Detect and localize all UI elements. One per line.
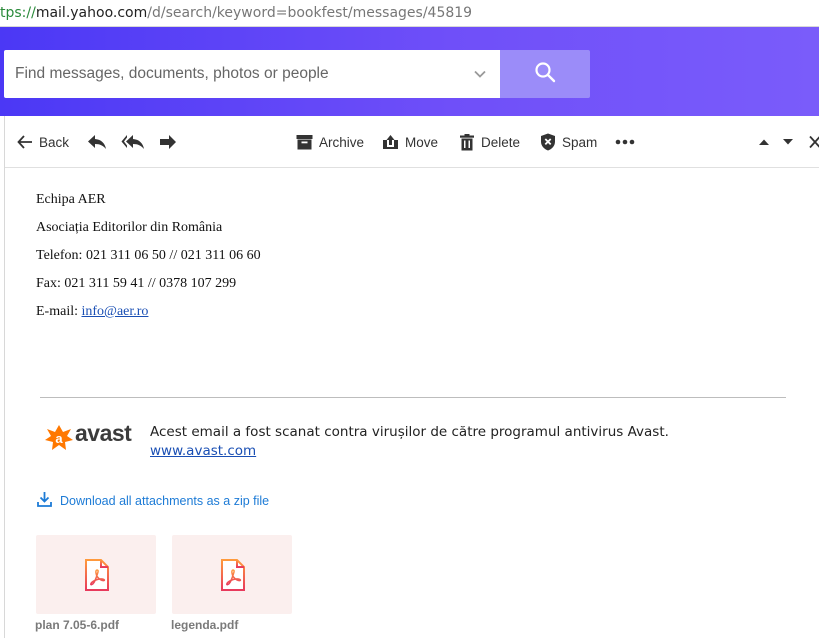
- signature-divider: [40, 397, 786, 398]
- email-link[interactable]: info@aer.ro: [82, 304, 149, 319]
- archive-button[interactable]: Archive: [296, 116, 364, 168]
- frame-border: [4, 116, 5, 638]
- more-button[interactable]: [615, 116, 635, 168]
- previous-message-button[interactable]: [758, 116, 770, 168]
- phone-line: Telefon: 021 311 06 50 // 021 311 06 60: [36, 248, 261, 263]
- download-icon: [37, 491, 52, 512]
- avast-link[interactable]: www.avast.com: [150, 443, 256, 459]
- back-button[interactable]: Back: [17, 116, 69, 168]
- avast-logo-icon: a: [44, 423, 74, 458]
- avast-scan-notice: Acest email a fost scanat contra virușil…: [150, 424, 669, 440]
- svg-text:a: a: [55, 431, 63, 446]
- attachment-thumbnail[interactable]: [36, 535, 156, 614]
- address-bar[interactable]: tps://mail.yahoo.com/d/search/keyword=bo…: [0, 0, 819, 27]
- signature-name: Echipa AER: [36, 192, 106, 207]
- chevron-down-icon[interactable]: [472, 66, 488, 82]
- spam-button[interactable]: Spam: [540, 116, 597, 168]
- organization-name: Asociația Editorilor din România: [36, 220, 223, 235]
- close-button[interactable]: [809, 116, 819, 168]
- avast-logo[interactable]: a avast: [44, 420, 136, 453]
- trash-icon: [459, 133, 475, 151]
- message-toolbar: Back Archive Move Delete Spam: [5, 116, 819, 168]
- caret-up-icon: [758, 138, 770, 146]
- reply-all-button[interactable]: [121, 116, 145, 168]
- email-prefix: E-mail:: [36, 304, 82, 319]
- url-path: /d/search/keyword=bookfest/messages/4581…: [147, 5, 473, 21]
- search-button[interactable]: [500, 50, 590, 98]
- url-host: mail.yahoo.com: [35, 5, 148, 21]
- email-line: E-mail: info@aer.ro: [36, 298, 261, 326]
- avast-wordmark: avast: [75, 420, 132, 446]
- download-all-label: Download all attachments as a zip file: [60, 494, 270, 508]
- forward-icon: [159, 134, 177, 150]
- archive-icon: [296, 134, 313, 150]
- more-dots-icon: [615, 139, 635, 145]
- shield-icon: [540, 133, 556, 151]
- forward-button[interactable]: [159, 116, 177, 168]
- reply-icon: [87, 134, 107, 150]
- search-input[interactable]: [4, 50, 464, 98]
- attachment-name[interactable]: plan 7.05-6.pdf: [35, 618, 119, 632]
- spam-label: Spam: [562, 134, 598, 150]
- caret-down-icon: [782, 138, 794, 146]
- next-message-button[interactable]: [782, 116, 794, 168]
- arrow-left-icon: [17, 135, 33, 149]
- attachment-name[interactable]: legenda.pdf: [171, 618, 238, 632]
- download-all-attachments[interactable]: Download all attachments as a zip file: [37, 491, 269, 511]
- search-input-box: [4, 50, 500, 98]
- message-body: Echipa AER Asociația Editorilor din Româ…: [36, 186, 261, 326]
- move-label: Move: [405, 134, 439, 150]
- back-label: Back: [39, 134, 70, 150]
- url-scheme: tps://: [0, 5, 36, 21]
- header-bar: [0, 27, 819, 116]
- reply-button[interactable]: [87, 116, 107, 168]
- close-icon: [809, 135, 819, 149]
- delete-button[interactable]: Delete: [459, 116, 520, 168]
- pdf-file-icon: [220, 559, 246, 591]
- search-icon: [534, 61, 556, 88]
- search-bar: [4, 50, 590, 98]
- move-button[interactable]: Move: [382, 116, 438, 168]
- reply-all-icon: [121, 134, 145, 150]
- pdf-file-icon: [84, 559, 110, 591]
- fax-line: Fax: 021 311 59 41 // 0378 107 299: [36, 276, 237, 291]
- archive-label: Archive: [319, 134, 365, 150]
- delete-label: Delete: [481, 134, 521, 150]
- move-icon: [382, 134, 399, 150]
- attachment-thumbnail[interactable]: [172, 535, 292, 614]
- avast-notice: Acest email a fost scanat contra virușil…: [150, 423, 669, 461]
